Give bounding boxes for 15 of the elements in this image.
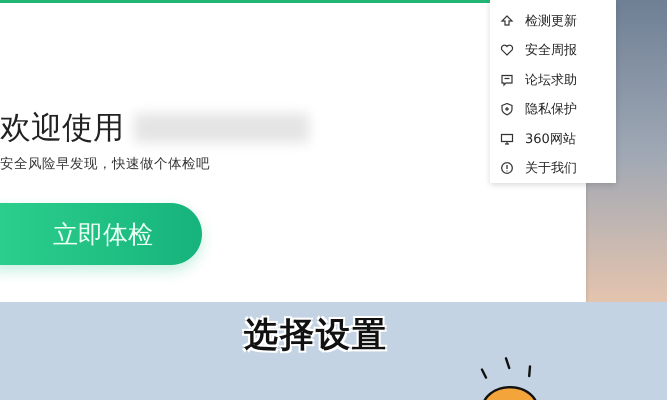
chat-icon xyxy=(500,72,514,87)
menu-item[interactable]: 论坛求助 xyxy=(490,65,616,94)
welcome-subtitle: 安全风险早发现，快速做个体检吧 xyxy=(0,155,210,173)
menu-item[interactable]: 检测更新 xyxy=(490,6,616,36)
menu-item[interactable]: 关于我们 xyxy=(490,154,616,183)
upload-arrow-icon xyxy=(500,14,514,28)
info-icon xyxy=(500,161,514,176)
welcome-title: 欢迎使用 xyxy=(0,109,124,148)
menu-item[interactable]: 安全周报 xyxy=(490,36,616,65)
shield-icon xyxy=(500,102,514,116)
heart-icon xyxy=(500,43,514,58)
monitor-icon xyxy=(500,132,514,146)
menu-item[interactable]: 360网站 xyxy=(490,124,616,154)
menu-item[interactable]: 隐私保护 xyxy=(490,94,616,124)
caption-text: 选择设置 xyxy=(244,314,388,357)
